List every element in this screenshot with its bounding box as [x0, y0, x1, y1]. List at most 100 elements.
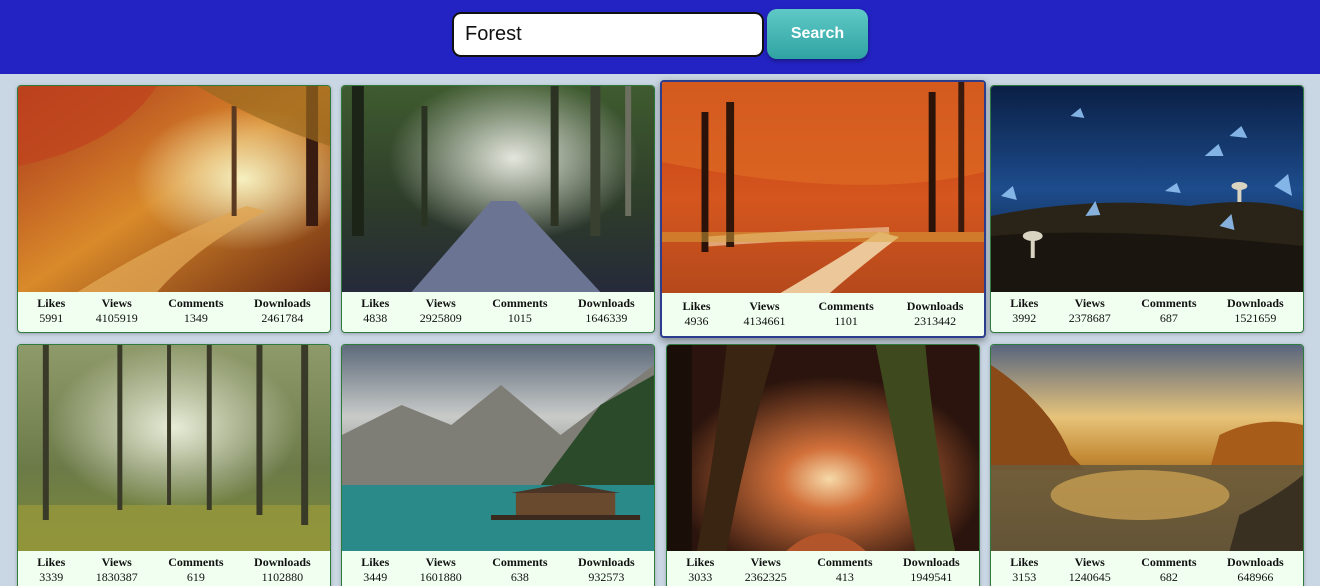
downloads-label: Downloads	[1227, 555, 1284, 569]
comments-label: Comments	[818, 298, 874, 313]
downloads-stat: Downloads 1949541	[903, 555, 960, 585]
likes-stat: Likes 4936	[682, 299, 710, 329]
likes-label: Likes	[37, 296, 66, 310]
forest-photo[interactable]	[342, 86, 654, 292]
image-stats: Likes 5991 Views 4105919 Comments 1349 Down…	[18, 290, 330, 332]
comments-label: Comments	[168, 555, 224, 569]
views-value: 4134661	[743, 313, 786, 328]
downloads-stat: Downloads 2461784	[254, 296, 311, 326]
image-card[interactable]: Likes 4936 Views 4134661 Comments 1101 Down…	[660, 80, 986, 338]
forest-photo[interactable]	[991, 86, 1303, 292]
likes-value: 4936	[684, 313, 709, 328]
likes-stat: Likes 5991	[37, 296, 65, 326]
forest-photo[interactable]	[342, 345, 654, 551]
comments-label: Comments	[1141, 555, 1197, 569]
downloads-stat: Downloads 1102880	[254, 555, 311, 585]
image-card[interactable]: Likes 4838 Views 2925809 Comments 1015 Down…	[341, 85, 655, 333]
views-stat: Views 1830387	[96, 555, 138, 585]
likes-label: Likes	[37, 555, 66, 569]
likes-label: Likes	[361, 555, 390, 569]
downloads-value: 932573	[588, 570, 625, 584]
downloads-value: 2313442	[914, 313, 957, 328]
views-label: Views	[1074, 555, 1105, 569]
likes-stat: Likes 3339	[37, 555, 65, 585]
image-card[interactable]: Likes 3992 Views 2378687 Comments 687 Downl…	[990, 85, 1304, 333]
downloads-stat: Downloads 2313442	[907, 299, 964, 329]
likes-stat: Likes 3992	[1010, 296, 1038, 326]
forest-photo[interactable]	[662, 82, 984, 293]
likes-value: 3153	[1012, 570, 1037, 584]
views-label: Views	[101, 296, 132, 310]
downloads-stat: Downloads 1521659	[1227, 296, 1284, 326]
likes-label: Likes	[361, 296, 390, 310]
views-value: 1830387	[95, 570, 138, 584]
image-card[interactable]: Likes 3033 Views 2362325 Comments 413 Downl…	[666, 344, 980, 586]
views-value: 1240645	[1068, 570, 1111, 584]
likes-stat: Likes 4838	[361, 296, 389, 326]
likes-value: 3339	[39, 570, 64, 584]
comments-value: 1015	[507, 311, 532, 325]
comments-stat: Comments 1101	[818, 299, 873, 329]
image-stats: Likes 3153 Views 1240645 Comments 682 Downl…	[991, 549, 1303, 586]
image-gallery: Likes 5991 Views 4105919 Comments 1349 Down…	[0, 0, 1320, 586]
downloads-label: Downloads	[254, 555, 311, 569]
downloads-value: 2461784	[261, 311, 304, 325]
likes-value: 5991	[39, 311, 64, 325]
forest-photo[interactable]	[18, 345, 330, 551]
image-stats: Likes 3339 Views 1830387 Comments 619 Downl…	[18, 549, 330, 586]
comments-value: 682	[1159, 570, 1178, 584]
likes-label: Likes	[1010, 296, 1039, 310]
image-card[interactable]: Likes 5991 Views 4105919 Comments 1349 Down…	[17, 85, 331, 333]
comments-stat: Comments 638	[492, 555, 547, 585]
image-stats: Likes 4838 Views 2925809 Comments 1015 Down…	[342, 290, 654, 332]
downloads-stat: Downloads 932573	[578, 555, 635, 585]
downloads-value: 648966	[1237, 570, 1274, 584]
comments-stat: Comments 1015	[492, 296, 547, 326]
comments-label: Comments	[492, 555, 548, 569]
image-card[interactable]: Likes 3449 Views 1601880 Comments 638 Downl…	[341, 344, 655, 586]
comments-value: 1349	[183, 311, 208, 325]
views-stat: Views 4105919	[96, 296, 138, 326]
image-stats: Likes 3992 Views 2378687 Comments 687 Downl…	[991, 290, 1303, 332]
image-card[interactable]: Likes 3153 Views 1240645 Comments 682 Downl…	[990, 344, 1304, 586]
downloads-value: 1521659	[1234, 311, 1277, 325]
downloads-stat: Downloads 1646339	[578, 296, 635, 326]
downloads-label: Downloads	[578, 555, 635, 569]
views-value: 2378687	[1068, 311, 1111, 325]
views-label: Views	[750, 555, 781, 569]
views-stat: Views 2362325	[745, 555, 787, 585]
comments-label: Comments	[168, 296, 224, 310]
likes-value: 3033	[688, 570, 713, 584]
forest-photo[interactable]	[991, 345, 1303, 551]
views-value: 2925809	[419, 311, 462, 325]
views-value: 1601880	[419, 570, 462, 584]
image-stats: Likes 3449 Views 1601880 Comments 638 Downl…	[342, 549, 654, 586]
likes-label: Likes	[1010, 555, 1039, 569]
comments-stat: Comments 687	[1141, 296, 1196, 326]
forest-photo[interactable]	[18, 86, 330, 292]
views-stat: Views 2378687	[1069, 296, 1111, 326]
views-value: 2362325	[744, 570, 787, 584]
image-stats: Likes 3033 Views 2362325 Comments 413 Downl…	[667, 549, 979, 586]
downloads-label: Downloads	[1227, 296, 1284, 310]
forest-photo[interactable]	[667, 345, 979, 551]
views-label: Views	[425, 296, 456, 310]
comments-value: 1101	[834, 313, 858, 328]
image-stats: Likes 4936 Views 4134661 Comments 1101 Down…	[662, 291, 984, 336]
downloads-stat: Downloads 648966	[1227, 555, 1284, 585]
views-label: Views	[101, 555, 132, 569]
comments-value: 413	[835, 570, 854, 584]
likes-value: 3449	[363, 570, 388, 584]
likes-label: Likes	[686, 555, 715, 569]
likes-stat: Likes 3153	[1010, 555, 1038, 585]
downloads-value: 1949541	[910, 570, 953, 584]
downloads-label: Downloads	[578, 296, 635, 310]
views-stat: Views 2925809	[420, 296, 462, 326]
image-card[interactable]: Likes 3339 Views 1830387 Comments 619 Downl…	[17, 344, 331, 586]
likes-value: 3992	[1012, 311, 1037, 325]
downloads-label: Downloads	[254, 296, 311, 310]
downloads-label: Downloads	[903, 555, 960, 569]
likes-label: Likes	[682, 298, 711, 313]
comments-stat: Comments 682	[1141, 555, 1196, 585]
downloads-value: 1102880	[261, 570, 304, 584]
